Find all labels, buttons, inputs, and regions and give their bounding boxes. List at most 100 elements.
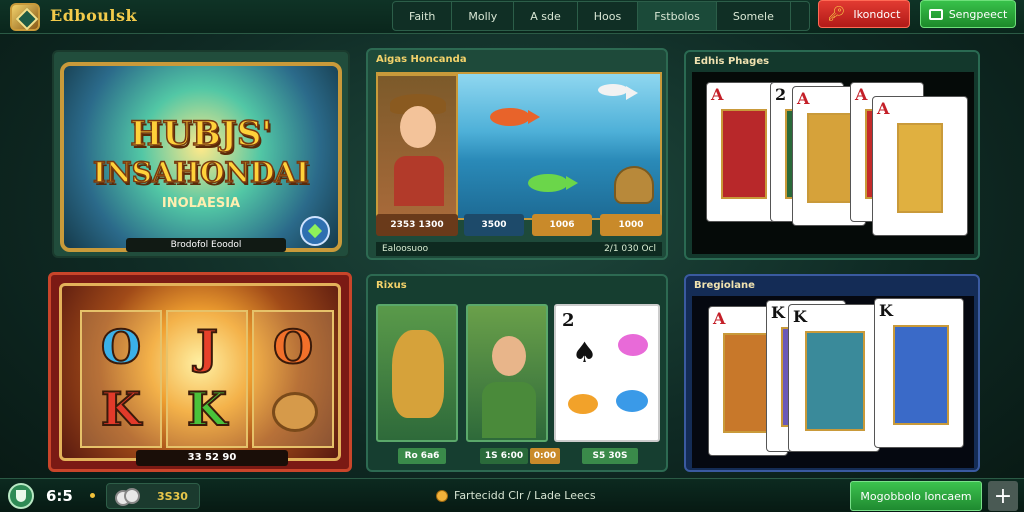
cookie-icon	[272, 392, 318, 432]
fishing-footer-left: Ealoosuoo	[382, 244, 429, 254]
spade-icon: ♠	[572, 336, 598, 369]
card-game-tile-bottom[interactable]: Bregiolane A K K K	[684, 274, 980, 472]
slot-reel: O K	[80, 310, 162, 448]
slot-machine: O K J K O 33 52 90	[59, 283, 341, 466]
playing-card: K	[788, 304, 880, 452]
card-art	[723, 333, 769, 433]
leaf-badge-icon[interactable]	[300, 216, 330, 246]
middle-bar-1[interactable]: Ro 6a6	[398, 448, 446, 464]
boy-face-shape	[492, 336, 526, 376]
card-rank: K	[793, 307, 807, 326]
promo-button[interactable]: Mogobbolo Ioncaem	[850, 481, 982, 511]
face-shape	[400, 106, 436, 148]
card-game-tile-top[interactable]: Edhis Phages A 2 A A A	[684, 50, 980, 260]
cat-character-tile[interactable]	[376, 304, 458, 442]
fishing-button-3[interactable]: 1006	[532, 214, 592, 236]
card-rank: 2	[775, 85, 787, 104]
card-tile[interactable]: 2 ♠	[554, 304, 660, 442]
hero-caption-bar: Brodofol Eoodol	[126, 238, 286, 252]
middle-title: Rixus	[376, 280, 407, 291]
card-rank: A	[877, 99, 890, 118]
treasure-icon	[614, 166, 654, 204]
slot-symbol: O	[100, 319, 142, 375]
bottom-bar: 6:5 3S30 Fartecidd Clr / Lade Leecs Mogo…	[0, 478, 1024, 512]
shield-icon[interactable]	[8, 483, 34, 509]
bird-icon	[598, 84, 638, 100]
cards-bottom-title: Bregiolane	[694, 280, 755, 291]
nav-item-faith[interactable]: Faith	[393, 2, 453, 30]
middle-bar-3[interactable]: 0:00	[530, 448, 560, 464]
fishing-footer-right: 2/1 030 Ocl	[604, 244, 656, 254]
hero-frame: HUBJS' INSAHONDAI INOLAESIA Brodofol Eoo…	[60, 62, 342, 252]
fisher-character	[376, 74, 458, 220]
shirt-shape	[394, 156, 444, 206]
status-text: Fartecidd Clr / Lade Leecs	[436, 489, 596, 502]
slot-reel: J K	[166, 310, 248, 448]
fishing-button-1[interactable]: 2353 1300	[376, 214, 458, 236]
player-level: 6:5	[46, 487, 73, 505]
slot-reel: O	[252, 310, 334, 448]
middle-bar-4[interactable]: S5 30S	[582, 448, 638, 464]
boy-character-tile[interactable]	[466, 304, 548, 442]
slot-symbol: K	[100, 381, 142, 437]
character-game-tile[interactable]: Rixus 2 ♠ Ro 6a6 1S 6:00 0:00 S5 30S	[366, 274, 668, 472]
fishing-footer: Ealoosuoo 2/1 030 Ocl	[376, 242, 662, 256]
balance-value: 3S30	[157, 490, 188, 503]
slot-symbol: J	[195, 319, 219, 375]
playing-card: A	[872, 96, 968, 236]
status-label: Fartecidd Clr / Lade Leecs	[454, 489, 596, 502]
nav-item-hoos[interactable]: Hoos	[578, 2, 639, 30]
brand-name[interactable]: Edboulsk	[50, 6, 137, 25]
playing-card: A	[706, 82, 780, 222]
nav-item-a-sde[interactable]: A sde	[514, 2, 578, 30]
logo-icon[interactable]	[10, 3, 40, 31]
register-label: Sengpeect	[948, 7, 1008, 21]
hero-title-line1: HUBJS'	[129, 113, 272, 155]
message-icon	[928, 8, 943, 20]
slot-symbol: K	[186, 381, 228, 437]
card-art	[807, 113, 853, 203]
slot-symbol: O	[272, 319, 314, 375]
login-button[interactable]: 🔑︎ Ikondoct	[818, 0, 910, 28]
top-bar: Edboulsk Faith Molly A sde Hoos Fstbolos…	[0, 0, 1024, 34]
fishing-game-tile[interactable]: Aigas Honcanda 2353 1300 3500 1006 1000 …	[366, 48, 668, 260]
cards-top-table: A 2 A A A	[692, 72, 974, 254]
card-rank: A	[855, 85, 868, 104]
plus-icon[interactable]: +	[988, 481, 1018, 511]
hero-banner[interactable]: HUBJS' INSAHONDAI INOLAESIA Brodofol Eoo…	[52, 50, 350, 258]
nav-item-fstbolos[interactable]: Fstbolos	[638, 2, 717, 30]
cards-bottom-table: A K K K	[692, 296, 974, 468]
hero-title-line2: INSAHONDAI	[92, 155, 310, 190]
fishing-button-2[interactable]: 3500	[464, 214, 524, 236]
middle-bar-2[interactable]: 1S 6:00	[480, 448, 528, 464]
key-icon: 🔑︎	[827, 6, 846, 22]
card-rank: 2	[562, 310, 575, 331]
slot-balance-bar: 33 52 90	[136, 450, 288, 466]
nav-item-molly[interactable]: Molly	[452, 2, 515, 30]
login-label: Ikondoct	[853, 7, 901, 21]
playing-card: K	[874, 298, 964, 448]
fish-icon	[618, 334, 648, 356]
card-rank: A	[797, 89, 810, 108]
card-rank: A	[713, 309, 726, 328]
fishing-button-4[interactable]: 1000	[600, 214, 662, 236]
card-art	[805, 331, 865, 431]
slot-game-tile[interactable]: O K J K O 33 52 90	[48, 272, 352, 472]
card-art	[897, 123, 943, 213]
cat-icon	[392, 330, 444, 418]
balance-box[interactable]: 3S30	[106, 483, 200, 509]
cards-top-title: Edhis Phages	[694, 56, 770, 67]
boy-shirt-shape	[482, 382, 536, 438]
fishing-title: Aigas Honcanda	[376, 54, 467, 65]
fish-icon	[568, 394, 598, 414]
hero-subtitle: INOLAESIA	[161, 196, 241, 211]
fish-icon	[528, 174, 578, 192]
card-rank: K	[771, 303, 785, 322]
coin-icon	[115, 488, 140, 506]
card-rank: A	[711, 85, 724, 104]
fish-icon	[616, 390, 648, 412]
register-button[interactable]: Sengpeect	[920, 0, 1016, 28]
card-art	[721, 109, 767, 199]
separator-dot	[90, 493, 95, 498]
nav-item-somele[interactable]: Somele	[717, 2, 791, 30]
